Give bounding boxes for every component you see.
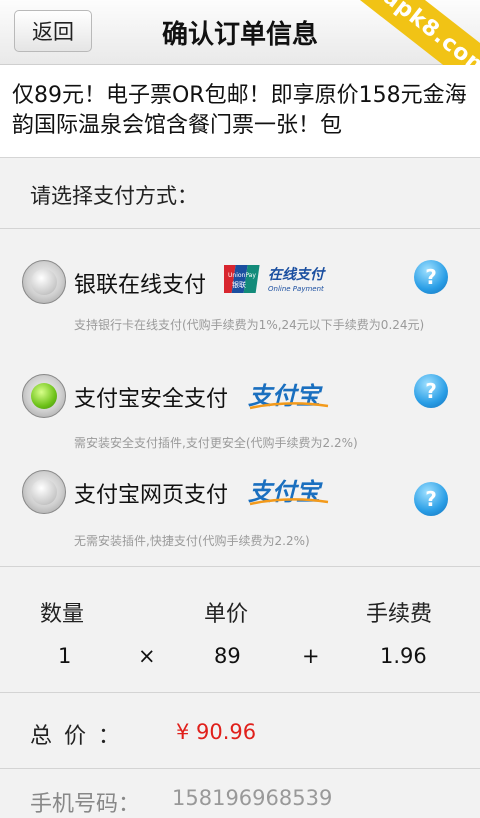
phone-input[interactable]: 158196968539: [172, 786, 332, 810]
help-icon[interactable]: ?: [414, 260, 448, 294]
option-label-unionpay: 银联在线支付: [74, 273, 207, 298]
total-value: ¥ 90.96: [176, 720, 257, 744]
divider: [0, 228, 480, 229]
option-label-alipay-secure: 支付宝安全支付: [74, 387, 229, 412]
svg-text:UnionPay: UnionPay: [228, 272, 256, 279]
help-icon[interactable]: ?: [414, 374, 448, 408]
alipay-logo-icon: 支付宝: [248, 382, 329, 410]
payment-option-alipay-secure[interactable]: 支付宝安全支付 支付宝 ? 需安装安全支付插件,支付更安全(代购手续费为2.2%…: [0, 374, 480, 454]
svg-text:Online Payment: Online Payment: [268, 285, 324, 293]
divider: [0, 692, 480, 693]
payment-section-label: 请选择支付方式：: [30, 184, 198, 208]
product-panel: 仅89元！电子票OR包邮！即享原价158元金海韵国际温泉会馆含餐门票一张！包: [0, 65, 480, 158]
phone-label: 手机号码：: [30, 792, 141, 817]
payment-option-alipay-web[interactable]: 支付宝网页支付 支付宝 ? 无需安装插件,快捷支付(代购手续费为2.2%): [0, 470, 480, 550]
radio-unionpay[interactable]: [22, 260, 66, 304]
fee-label: 手续费: [366, 602, 433, 627]
quantity-label: 数量: [40, 602, 85, 627]
help-icon[interactable]: ?: [414, 482, 448, 516]
radio-alipay-web[interactable]: [22, 470, 66, 514]
radio-alipay-secure[interactable]: [22, 374, 66, 418]
alipay-logo-icon: 支付宝: [248, 478, 329, 506]
total-label: 总价：: [30, 724, 133, 749]
divider: [0, 566, 480, 567]
quantity-value[interactable]: 1: [58, 644, 71, 668]
fee-value: 1.96: [380, 644, 427, 668]
svg-text:在线支付: 在线支付: [268, 266, 326, 283]
product-title: 仅89元！电子票OR包邮！即享原价158元金海韵国际温泉会馆含餐门票一张！包: [12, 83, 467, 138]
times-sign: ×: [138, 644, 156, 668]
svg-text:银联: 银联: [232, 280, 246, 289]
divider: [0, 768, 480, 769]
option-desc-alipay-web: 无需安装插件,快捷支付(代购手续费为2.2%): [74, 534, 310, 548]
option-desc-unionpay: 支持银行卡在线支付(代购手续费为1%,24元以下手续费为0.24元): [74, 318, 425, 332]
unit-price-label: 单价: [204, 602, 249, 627]
unit-price-value: 89: [214, 644, 241, 668]
payment-option-unionpay[interactable]: 银联在线支付 UnionPay 银联 在线支付 Online Payment ?…: [0, 260, 480, 340]
unionpay-logo-icon: UnionPay 银联 在线支付 Online Payment: [224, 265, 326, 293]
plus-sign: +: [302, 644, 320, 668]
option-desc-alipay-secure: 需安装安全支付插件,支付更安全(代购手续费为2.2%): [74, 436, 358, 450]
option-label-alipay-web: 支付宝网页支付: [74, 483, 229, 508]
